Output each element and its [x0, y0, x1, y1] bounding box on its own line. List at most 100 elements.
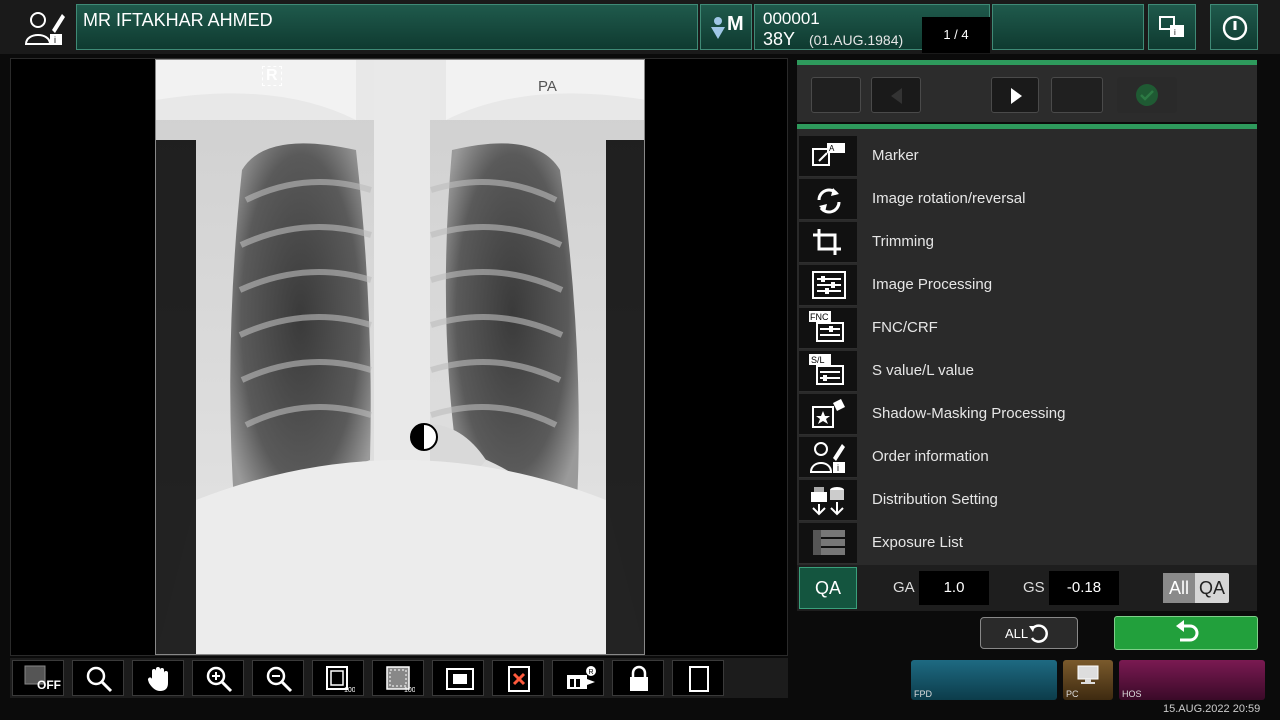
- image-processing-icon: [799, 265, 857, 306]
- fit-screen-button[interactable]: [432, 660, 484, 696]
- fnc-icon-text: FNC: [810, 312, 829, 322]
- qa-button[interactable]: QA: [799, 567, 857, 609]
- patient-sex: M: [727, 13, 744, 35]
- reprint-button[interactable]: R: [552, 660, 604, 696]
- svg-text:100: 100: [344, 687, 355, 693]
- xray-rendering: [156, 60, 644, 654]
- rotation-icon: [799, 179, 857, 220]
- zoom-out-button[interactable]: [252, 660, 304, 696]
- prev-image-button[interactable]: [871, 77, 921, 113]
- menu-item-marker[interactable]: A Marker: [797, 135, 1257, 178]
- projection-label: PA: [538, 78, 557, 95]
- status-hos-label: HOS: [1122, 689, 1142, 699]
- pixel-100-button[interactable]: 100: [372, 660, 424, 696]
- menu-item-exposure-list[interactable]: Exposure List: [797, 522, 1257, 565]
- sl-icon-text: S/L: [811, 355, 825, 365]
- menu-item-rotation[interactable]: Image rotation/reversal: [797, 178, 1257, 221]
- status-fpd[interactable]: FPD: [911, 660, 1057, 700]
- return-button[interactable]: [1114, 616, 1258, 650]
- patient-id: 000001: [763, 9, 820, 28]
- menu-item-distribution[interactable]: Distribution Setting: [797, 479, 1257, 522]
- fit-100-button[interactable]: 100: [312, 660, 364, 696]
- last-image-button[interactable]: [1051, 77, 1103, 113]
- multi-window-button[interactable]: i: [1148, 4, 1196, 50]
- power-button[interactable]: [1210, 4, 1258, 50]
- fit-screen-icon: [446, 668, 474, 690]
- pan-button[interactable]: [132, 660, 184, 696]
- menu-item-image-processing[interactable]: Image Processing: [797, 264, 1257, 307]
- patient-info-button[interactable]: i: [18, 4, 72, 50]
- svg-text:R: R: [589, 669, 594, 676]
- delete-icon: [508, 666, 530, 692]
- crop-icon: [799, 222, 857, 263]
- order-info-icon: i: [799, 437, 857, 478]
- all-undo-label: ALL: [1005, 626, 1029, 641]
- menu-label-exposure-list: Exposure List: [872, 534, 963, 551]
- lock-icon: [630, 665, 648, 691]
- next-arrow-icon: [1011, 88, 1022, 104]
- menu-label-sl-value: S value/L value: [872, 362, 975, 379]
- menu-item-trimming[interactable]: Trimming: [797, 221, 1257, 264]
- processing-menu: A Marker Image rotation/reversal Trimmin…: [797, 124, 1257, 611]
- next-image-button[interactable]: [991, 77, 1039, 113]
- print-r-icon: R: [567, 666, 596, 689]
- header-bar: i MR IFTAKHAR AHMED M 000001 38Y (01.AUG…: [0, 0, 1280, 54]
- menu-label-marker: Marker: [872, 147, 919, 164]
- zoom-in-icon: [206, 666, 233, 693]
- svg-text:i: i: [54, 35, 56, 45]
- blank-layout-button[interactable]: [672, 660, 724, 696]
- return-arrow-icon: [1176, 620, 1199, 642]
- date-time: 15.AUG.2022 20:59: [1163, 703, 1261, 715]
- fnc-crf-icon: FNC: [799, 308, 857, 349]
- patient-age: 38Y: [763, 29, 796, 49]
- single-frame-icon: [689, 666, 709, 692]
- menu-label-shadow-masking: Shadow-Masking Processing: [872, 405, 1066, 422]
- check-circle-icon: [1136, 84, 1158, 106]
- shadow-masking-icon: [799, 394, 857, 435]
- svg-text:A: A: [829, 144, 835, 153]
- confirm-image-button[interactable]: [1117, 77, 1177, 113]
- status-pc[interactable]: PC: [1063, 660, 1113, 700]
- magnifier-icon: [86, 666, 113, 693]
- overlay-off-label: OFF: [37, 678, 61, 692]
- hand-icon: [147, 667, 168, 691]
- ga-label: GA: [893, 579, 915, 596]
- gs-label: GS: [1023, 579, 1045, 596]
- frame-100-icon: 100: [326, 666, 355, 693]
- svg-text:100: 100: [404, 687, 415, 693]
- power-icon: [1222, 15, 1248, 41]
- patient-name: MR IFTAKHAR AHMED: [83, 10, 273, 30]
- gs-value[interactable]: -0.18: [1049, 571, 1119, 605]
- multi-window-icon: i: [1159, 16, 1184, 37]
- delete-image-button[interactable]: [492, 660, 544, 696]
- sl-value-icon: S/L: [799, 351, 857, 392]
- undo-icon: [1029, 624, 1048, 643]
- image-navigation-panel: [797, 60, 1257, 122]
- menu-item-order-info[interactable]: i Order information: [797, 436, 1257, 479]
- svg-text:i: i: [837, 463, 839, 473]
- first-image-button[interactable]: [811, 77, 861, 113]
- zoom-in-button[interactable]: [192, 660, 244, 696]
- overlay-off-button[interactable]: OFF: [12, 660, 64, 696]
- menu-item-shadow-masking[interactable]: Shadow-Masking Processing: [797, 393, 1257, 436]
- all-undo-button[interactable]: ALL: [980, 617, 1078, 649]
- svg-text:i: i: [1174, 28, 1176, 37]
- status-pc-label: PC: [1066, 689, 1079, 699]
- xray-image[interactable]: R PA: [155, 59, 645, 655]
- pc-monitor-icon: [1077, 665, 1099, 684]
- all-qa-toggle[interactable]: All QA: [1163, 573, 1229, 603]
- status-fpd-label: FPD: [914, 689, 932, 699]
- menu-label-fnc-crf: FNC/CRF: [872, 319, 938, 336]
- menu-item-sl-value[interactable]: S/L S value/L value: [797, 350, 1257, 393]
- patient-name-box: MR IFTAKHAR AHMED: [76, 4, 698, 50]
- lock-button[interactable]: [612, 660, 664, 696]
- ga-value[interactable]: 1.0: [919, 571, 989, 605]
- menu-label-rotation: Image rotation/reversal: [872, 190, 1026, 207]
- image-viewer[interactable]: R PA: [10, 58, 788, 656]
- menu-item-fnc-crf[interactable]: FNC FNC/CRF: [797, 307, 1257, 350]
- menu-label-distribution: Distribution Setting: [872, 491, 998, 508]
- marker-icon: A: [799, 136, 857, 177]
- status-hos[interactable]: HOS: [1119, 660, 1265, 700]
- magnifier-button[interactable]: [72, 660, 124, 696]
- menu-label-image-processing: Image Processing: [872, 276, 993, 293]
